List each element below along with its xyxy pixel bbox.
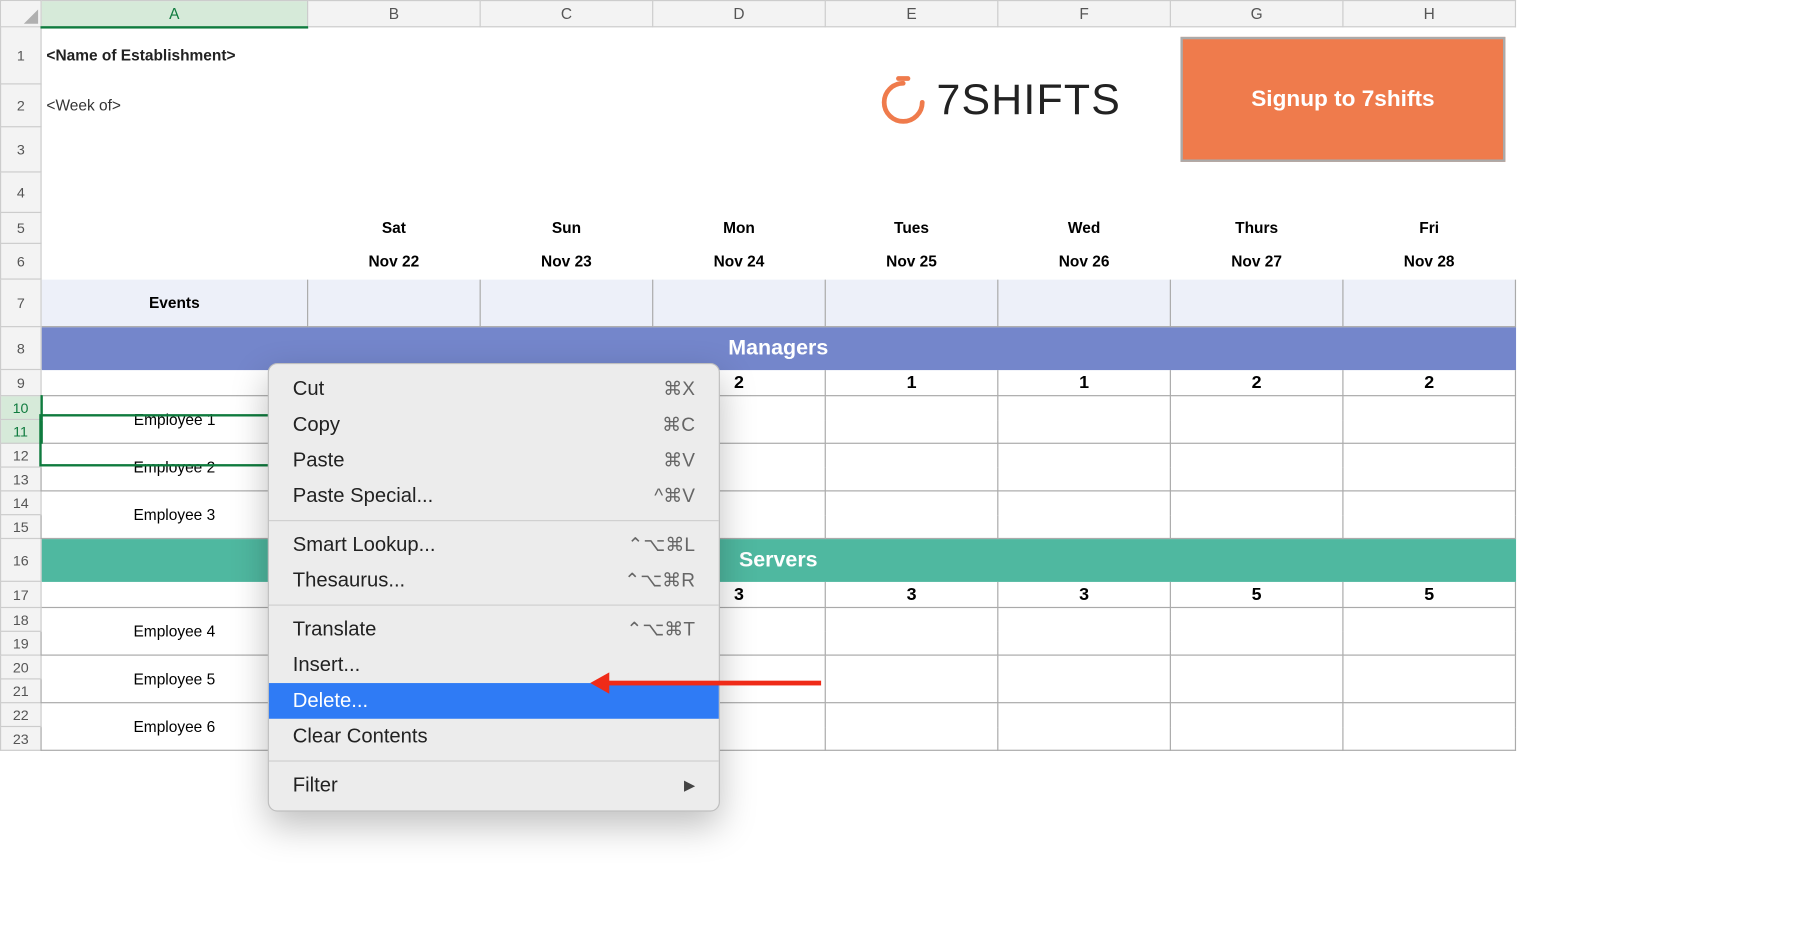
menu-insert[interactable]: Insert... (269, 647, 719, 683)
date-3[interactable]: Nov 25 (825, 243, 998, 279)
row-header-18[interactable]: 18 (1, 607, 41, 631)
date-5[interactable]: Nov 27 (1170, 243, 1343, 279)
col-header-D[interactable]: D (653, 1, 826, 27)
menu-smart-lookup[interactable]: Smart Lookup...⌃⌥⌘L (269, 527, 719, 563)
row-header-8[interactable]: 8 (1, 327, 41, 370)
col-header-C[interactable]: C (480, 1, 653, 27)
row-header-14[interactable]: 14 (1, 491, 41, 515)
row-header-19[interactable]: 19 (1, 631, 41, 655)
menu-paste[interactable]: Paste⌘V (269, 443, 719, 479)
row-header-2[interactable]: 2 (1, 84, 41, 127)
establishment-title[interactable]: <Name of Establishment> (41, 27, 825, 84)
menu-delete[interactable]: Delete... (269, 683, 719, 719)
date-6[interactable]: Nov 28 (1343, 243, 1516, 279)
events-label[interactable]: Events (41, 279, 308, 327)
date-1[interactable]: Nov 23 (480, 243, 653, 279)
row-header-6[interactable]: 6 (1, 243, 41, 279)
menu-filter[interactable]: Filter▶ (269, 768, 719, 804)
menu-copy[interactable]: Copy⌘C (269, 407, 719, 443)
row-header-15[interactable]: 15 (1, 515, 41, 539)
row-header-9[interactable]: 9 (1, 369, 41, 395)
col-header-G[interactable]: G (1170, 1, 1343, 27)
col-header-F[interactable]: F (998, 1, 1171, 27)
signup-button[interactable]: Signup to 7shifts (1180, 37, 1505, 162)
row-header-23[interactable]: 23 (1, 726, 41, 750)
select-all-corner[interactable] (1, 1, 41, 27)
day-mon[interactable]: Mon (653, 212, 826, 243)
row-header-7[interactable]: 7 (1, 279, 41, 327)
row-header-3[interactable]: 3 (1, 127, 41, 172)
date-0[interactable]: Nov 22 (308, 243, 481, 279)
clock-icon (875, 71, 932, 128)
week-subtitle[interactable]: <Week of> (41, 84, 825, 127)
row-header-12[interactable]: 12 (1, 443, 41, 467)
row-header-11[interactable]: 11 (1, 419, 41, 443)
logo-text: 7SHIFTS (937, 74, 1121, 124)
row-header-20[interactable]: 20 (1, 655, 41, 679)
row-header-16[interactable]: 16 (1, 538, 41, 581)
day-fri[interactable]: Fri (1343, 212, 1516, 243)
logo-cell: 7SHIFTS (825, 27, 1170, 172)
day-sat[interactable]: Sat (308, 212, 481, 243)
col-header-H[interactable]: H (1343, 1, 1516, 27)
spreadsheet-grid: A B C D E F G H 1 <Name of Establishment… (0, 0, 1516, 751)
day-wed[interactable]: Wed (998, 212, 1171, 243)
row-header-10[interactable]: 10 (1, 396, 41, 420)
day-thu[interactable]: Thurs (1170, 212, 1343, 243)
context-menu: Cut⌘X Copy⌘C Paste⌘V Paste Special...^⌘V… (268, 363, 720, 812)
menu-cut[interactable]: Cut⌘X (269, 371, 719, 407)
day-tue[interactable]: Tues (825, 212, 998, 243)
row-header-13[interactable]: 13 (1, 467, 41, 491)
row-header-1[interactable]: 1 (1, 27, 41, 84)
row-header-4[interactable]: 4 (1, 172, 41, 212)
row-header-5[interactable]: 5 (1, 212, 41, 243)
row-header-17[interactable]: 17 (1, 581, 41, 607)
signup-cell: Signup to 7shifts (1170, 27, 1515, 172)
row-header-22[interactable]: 22 (1, 703, 41, 727)
managers-section[interactable]: Managers (41, 327, 1515, 370)
col-header-B[interactable]: B (308, 1, 481, 27)
menu-thesaurus[interactable]: Thesaurus...⌃⌥⌘R (269, 563, 719, 599)
annotation-arrow (607, 681, 821, 686)
menu-translate[interactable]: Translate⌃⌥⌘T (269, 612, 719, 648)
date-2[interactable]: Nov 24 (653, 243, 826, 279)
row-header-21[interactable]: 21 (1, 679, 41, 703)
servers-section[interactable]: Servers (41, 538, 1515, 581)
chevron-right-icon: ▶ (684, 777, 695, 794)
day-sun[interactable]: Sun (480, 212, 653, 243)
date-4[interactable]: Nov 26 (998, 243, 1171, 279)
column-header-row: A B C D E F G H (1, 1, 1516, 27)
menu-clear-contents[interactable]: Clear Contents (269, 719, 719, 755)
col-header-E[interactable]: E (825, 1, 998, 27)
menu-paste-special[interactable]: Paste Special...^⌘V (269, 478, 719, 514)
col-header-A[interactable]: A (41, 1, 308, 27)
